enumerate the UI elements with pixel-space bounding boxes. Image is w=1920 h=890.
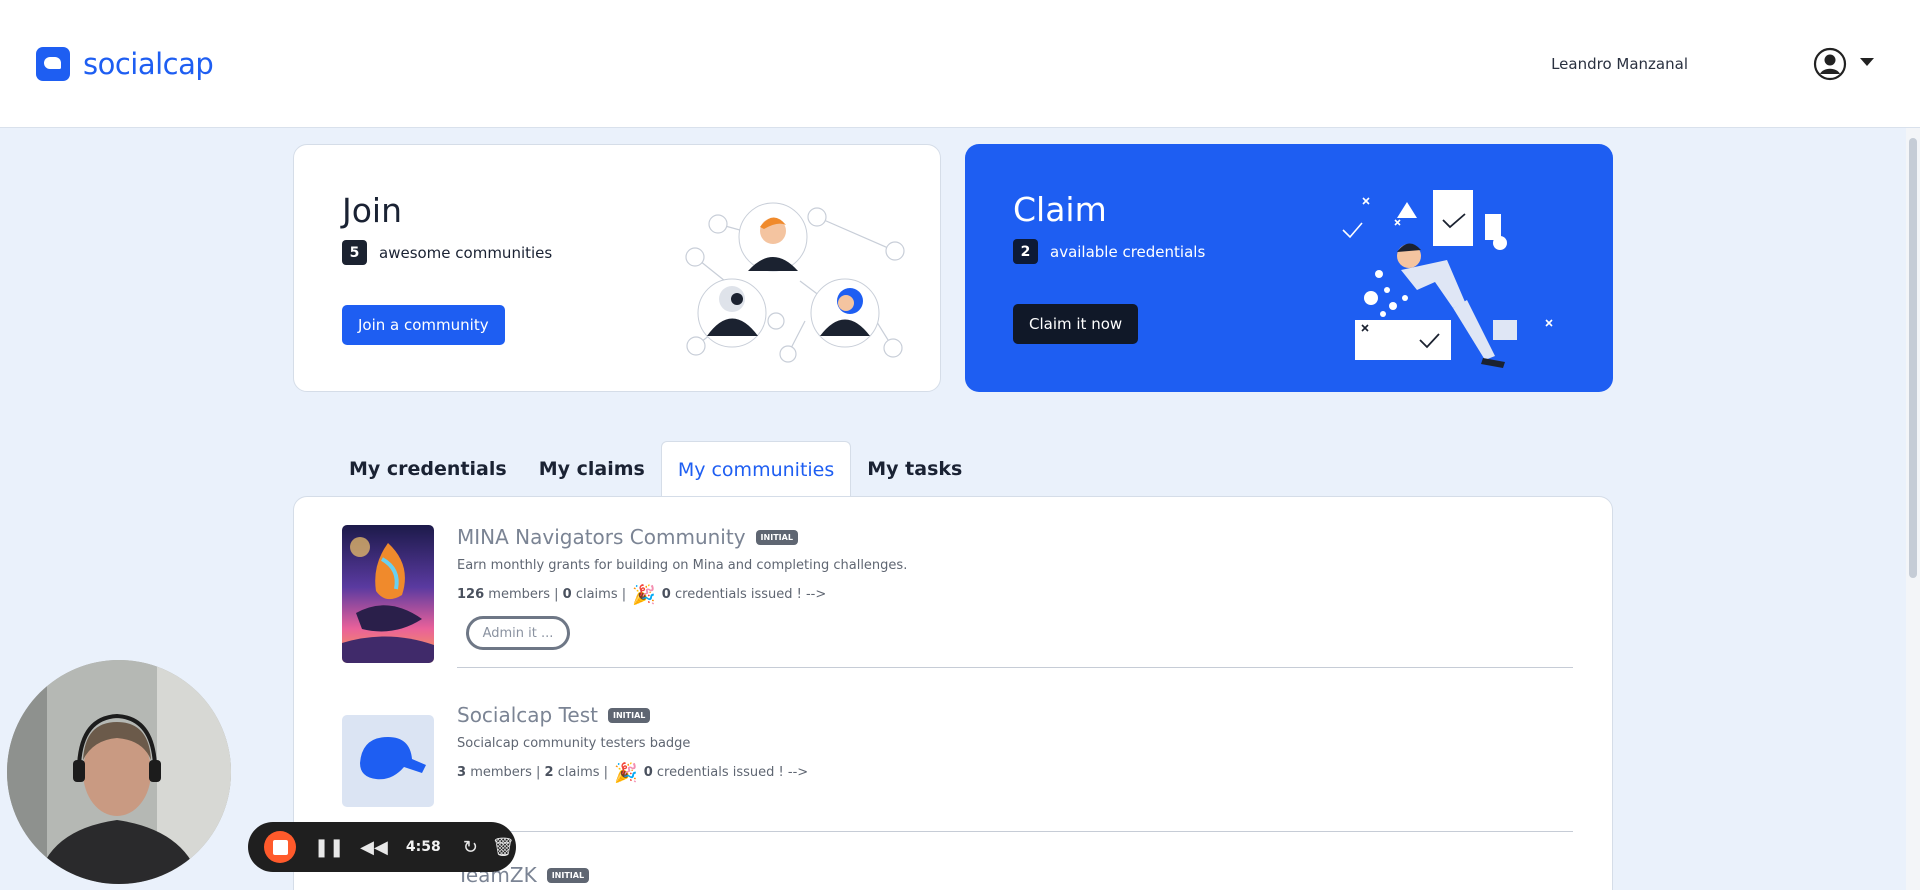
logo-text: socialcap <box>83 47 214 81</box>
join-title: Join <box>342 191 403 230</box>
restart-icon[interactable]: ↻ <box>463 837 478 858</box>
status-badge: INITIAL <box>546 867 590 883</box>
claims-count: 0 <box>562 587 572 602</box>
trash-icon[interactable]: 🗑 <box>492 837 515 858</box>
community-description: Earn monthly grants for building on Mina… <box>457 558 908 573</box>
credentials-label: credentials issued ! --> <box>674 587 827 602</box>
community-stats: 126 members | 0 claims | 🎉 0 credentials… <box>457 583 1572 606</box>
community-name[interactable]: Socialcap Test <box>457 703 598 727</box>
admin-button[interactable]: Admin it ... <box>466 616 570 650</box>
stop-recording-button[interactable] <box>264 831 296 863</box>
credentials-count: 0 <box>643 765 653 780</box>
claim-title: Claim <box>1013 190 1107 229</box>
community-details: MINA Navigators Community INITIAL Earn m… <box>457 525 1572 650</box>
recording-time: 4:58 <box>405 839 441 855</box>
community-image <box>342 525 434 663</box>
pause-icon[interactable]: ❚❚ <box>314 837 344 858</box>
status-badge: INITIAL <box>755 529 798 545</box>
divider <box>457 831 1573 832</box>
dashboard-tabs: My credentials My claims My communities … <box>333 441 978 497</box>
community-details: TeamZK INITIAL <box>457 863 1572 887</box>
tab-my-claims[interactable]: My claims <box>523 441 661 497</box>
join-community-button[interactable]: Join a community <box>342 305 505 345</box>
join-count-row: 5 awesome communities <box>342 240 552 265</box>
caret-down-icon[interactable] <box>1860 58 1874 66</box>
rewind-icon[interactable]: ◀◀ <box>360 837 388 858</box>
claim-now-button[interactable]: Claim it now <box>1013 304 1139 344</box>
community-details: Socialcap Test INITIAL Socialcap communi… <box>457 703 1572 784</box>
page-scrollbar[interactable] <box>1906 128 1920 890</box>
community-description: Socialcap community testers badge <box>457 736 691 751</box>
divider <box>457 667 1573 668</box>
user-name[interactable]: Leandro Manzanal <box>1551 55 1688 73</box>
members-count: 126 <box>457 587 485 602</box>
join-card: Join 5 awesome communities Join a commun… <box>293 144 941 392</box>
claim-illustration <box>1342 190 1553 368</box>
status-badge: INITIAL <box>608 707 651 723</box>
tab-my-communities[interactable]: My communities <box>660 441 852 497</box>
community-image <box>342 715 434 807</box>
join-count-label: awesome communities <box>379 243 553 262</box>
members-label: members | <box>488 587 559 602</box>
party-popper-icon: 🎉 <box>632 584 656 606</box>
community-name[interactable]: MINA Navigators Community <box>457 525 746 549</box>
members-label: members | <box>470 765 541 780</box>
members-count: 3 <box>457 765 467 780</box>
communities-illustration <box>685 202 905 363</box>
top-header: socialcap Leandro Manzanal <box>0 0 1920 128</box>
join-count-badge: 5 <box>342 240 367 265</box>
user-circle-icon[interactable] <box>1813 47 1847 81</box>
credentials-label: credentials issued ! --> <box>656 765 809 780</box>
recording-controls: ❚❚ ◀◀ 4:58 ↻ 🗑 <box>248 822 516 872</box>
tab-my-credentials[interactable]: My credentials <box>333 441 523 497</box>
claims-label: claims | <box>575 587 627 602</box>
claims-count: 2 <box>544 765 554 780</box>
scrollbar-thumb[interactable] <box>1909 138 1917 578</box>
claims-label: claims | <box>557 765 609 780</box>
stop-icon <box>272 839 288 855</box>
claim-card: Claim 2 available credentials Claim it n… <box>965 144 1613 392</box>
party-popper-icon: 🎉 <box>614 762 638 784</box>
logo-icon <box>36 47 70 81</box>
tab-my-tasks[interactable]: My tasks <box>851 441 978 497</box>
community-stats: 3 members | 2 claims | 🎉 0 credentials i… <box>457 761 1572 784</box>
webcam-overlay[interactable] <box>7 660 231 884</box>
claim-count-badge: 2 <box>1013 239 1038 264</box>
claim-count-row: 2 available credentials <box>1013 239 1205 264</box>
claim-count-label: available credentials <box>1050 242 1206 261</box>
credentials-count: 0 <box>661 587 671 602</box>
socialcap-logo[interactable]: socialcap <box>36 47 214 81</box>
